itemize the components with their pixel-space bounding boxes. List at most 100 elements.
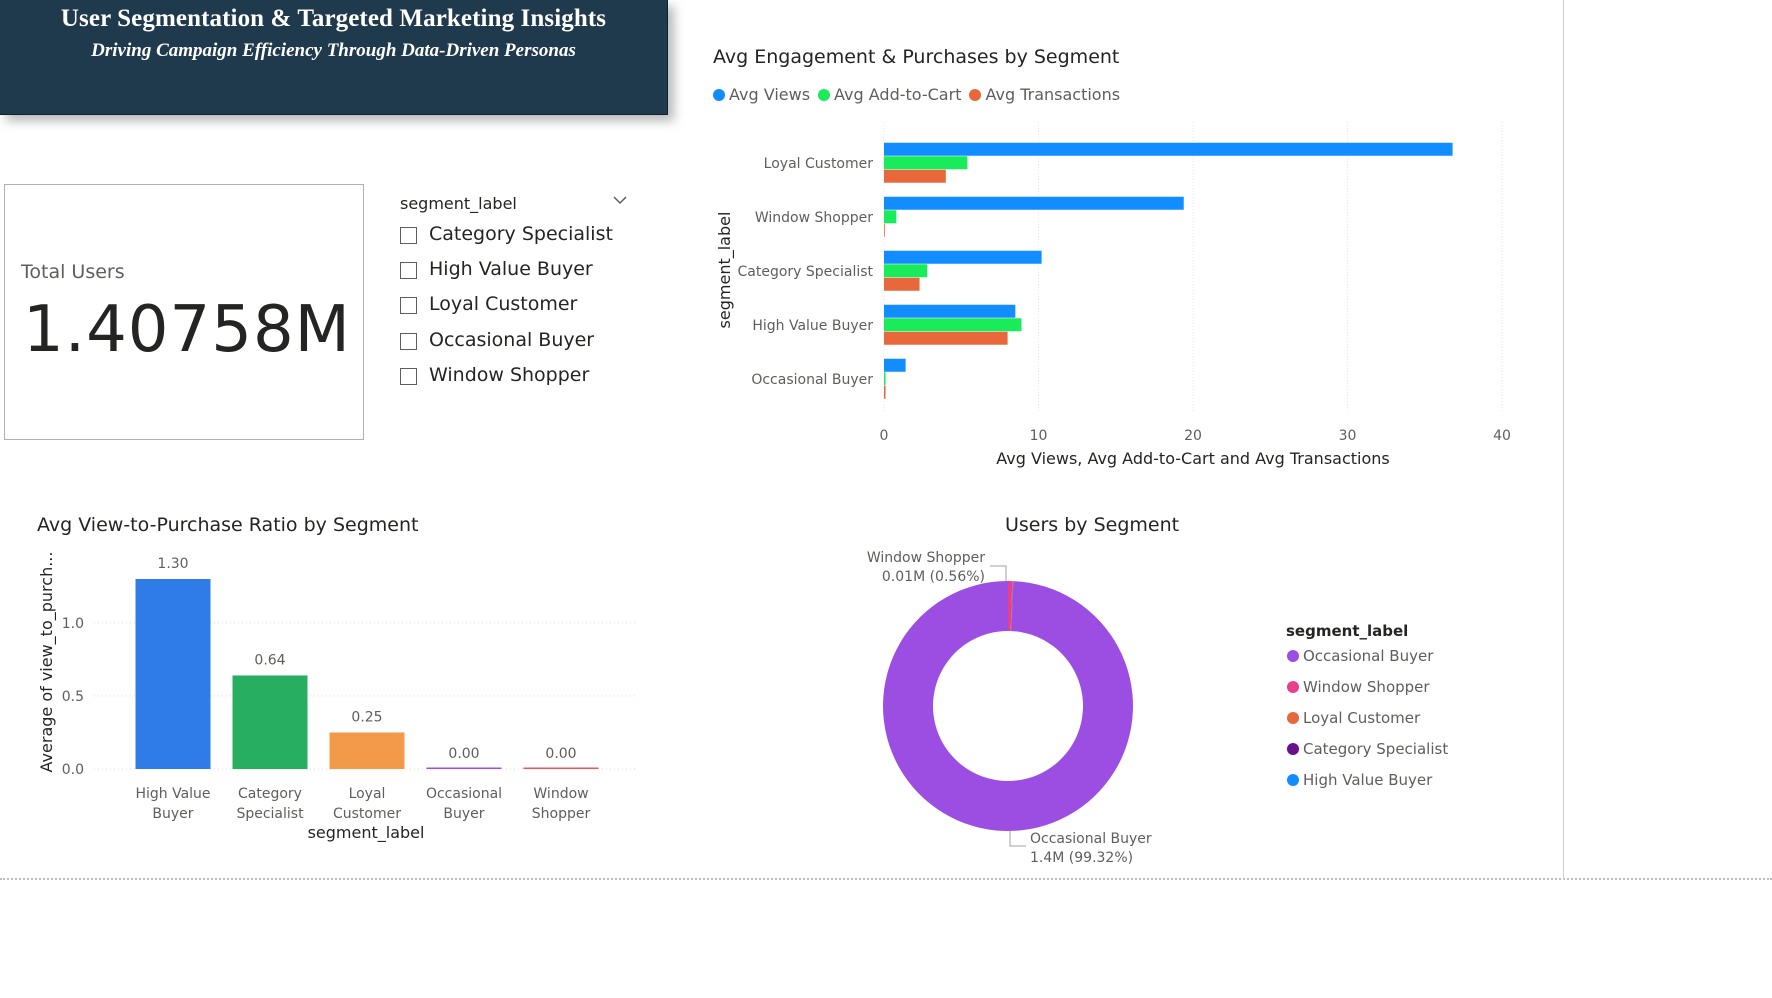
bar-avg-add-to-cart <box>884 318 1022 332</box>
chevron-down-icon[interactable] <box>610 190 630 210</box>
y-tick-label: High Value Buyer <box>752 318 873 334</box>
x-tick-label: Buyer <box>443 806 484 822</box>
engagement-bar-chart: 0 10 20 30 40 Avg Views, Avg Add-to-Cart and … <box>715 122 1511 468</box>
bar <box>135 579 211 769</box>
bar-avg-add-to-cart <box>884 264 928 278</box>
slicer-item-label: Category Specialist <box>429 223 613 245</box>
y-axis-title: Average of view_to_purch... <box>37 552 57 773</box>
y-tick-label: Occasional Buyer <box>751 372 873 388</box>
legend-item[interactable]: Avg Add-to-Cart <box>818 85 961 104</box>
y-tick-label: 1.0 <box>62 616 84 632</box>
bar-avg-add-to-cart <box>884 156 968 170</box>
x-tick-label: Occasional <box>426 786 502 802</box>
x-tick-label: Loyal <box>349 786 386 802</box>
slicer-item-loyal-customer[interactable]: Loyal Customer <box>400 293 640 320</box>
legend-label: Category Specialist <box>1303 740 1448 758</box>
slicer-item-category-specialist[interactable]: Category Specialist <box>400 223 640 250</box>
slicer-item-label: Window Shopper <box>429 364 590 386</box>
legend-dot <box>1287 650 1299 662</box>
data-label: 0.00 <box>448 746 479 762</box>
ratio-chart-title: Avg View-to-Purchase Ratio by Segment <box>37 514 419 536</box>
bar-avg-transactions <box>884 223 885 237</box>
x-axis-title: segment_label <box>308 823 425 843</box>
report-subtitle: Driving Campaign Efficiency Through Data… <box>91 40 576 61</box>
bar <box>523 767 599 769</box>
legend-dot <box>969 88 982 101</box>
x-tick-label: 0 <box>880 428 889 444</box>
bar-avg-views <box>884 250 1042 264</box>
slicer-item-window-shopper[interactable]: Window Shopper <box>400 364 640 391</box>
header-banner: User Segmentation & Targeted Marketing I… <box>0 0 668 115</box>
legend-dot <box>818 88 831 101</box>
legend-label: High Value Buyer <box>1303 771 1433 789</box>
slicer-item-label: High Value Buyer <box>429 258 593 280</box>
slicer-item-high-value-buyer[interactable]: High Value Buyer <box>400 258 640 285</box>
slicer-item-label: Loyal Customer <box>429 293 578 315</box>
x-tick-label: Specialist <box>236 806 304 822</box>
legend-label: Avg Transactions <box>985 85 1121 104</box>
report-title: User Segmentation & Targeted Marketing I… <box>60 5 607 32</box>
bar-avg-views <box>884 358 906 372</box>
legend-dot <box>1287 681 1299 693</box>
y-tick-label: 0.5 <box>62 689 84 705</box>
bar <box>329 732 405 769</box>
y-tick-label: Window Shopper <box>755 210 873 226</box>
x-tick-label: Customer <box>333 806 401 822</box>
users-donut-title: Users by Segment <box>1005 514 1180 536</box>
x-tick-label: 40 <box>1493 428 1511 444</box>
bar-avg-transactions <box>884 385 886 399</box>
slicer-item-label: Occasional Buyer <box>429 329 595 351</box>
bar-avg-add-to-cart <box>884 372 886 386</box>
x-tick-label: Shopper <box>532 806 591 822</box>
page-edge <box>1563 0 1564 880</box>
legend-label: Window Shopper <box>1303 678 1430 696</box>
page-divider <box>0 878 1772 880</box>
ratio-bar-chart: 0.0 0.5 1.0 Average of view_to_purch... 1.30… <box>37 552 638 843</box>
slicer-title: segment_label <box>400 194 517 213</box>
legend-item[interactable]: Avg Transactions <box>969 85 1120 104</box>
x-tick-label: Buyer <box>152 806 193 822</box>
legend-label: Avg Add-to-Cart <box>834 85 962 104</box>
checkbox[interactable] <box>400 262 417 279</box>
data-label: Window Shopper <box>867 550 985 566</box>
data-label: 1.30 <box>157 556 188 572</box>
bar-avg-add-to-cart <box>884 210 897 224</box>
data-label: Occasional Buyer <box>1030 831 1152 847</box>
bar-avg-views <box>884 304 1016 318</box>
bar <box>426 767 502 769</box>
bar-avg-transactions <box>884 169 946 183</box>
checkbox[interactable] <box>400 333 417 350</box>
checkbox[interactable] <box>400 297 417 314</box>
bar <box>232 675 308 769</box>
y-tick-label: Category Specialist <box>737 264 873 280</box>
x-tick-label: Window <box>533 786 588 802</box>
users-donut-chart: Window Shopper 0.01M (0.56%) Occasional Bu… <box>867 550 1448 866</box>
leader-line <box>990 565 1007 581</box>
data-label: 0.64 <box>254 652 285 668</box>
y-tick-label: Loyal Customer <box>764 156 874 172</box>
bar-avg-views <box>884 196 1184 210</box>
legend-item[interactable]: Avg Views <box>713 85 810 104</box>
legend-dot <box>713 88 725 101</box>
legend-dot <box>1287 743 1299 755</box>
data-label: 1.4M (99.32%) <box>1030 850 1133 866</box>
y-tick-label: 0.0 <box>62 762 84 778</box>
legend-dot <box>1287 712 1299 724</box>
data-label: 0.00 <box>545 746 576 762</box>
x-tick-label: High Value <box>135 786 210 802</box>
checkbox[interactable] <box>400 368 417 385</box>
leader-line <box>1009 831 1026 847</box>
checkbox[interactable] <box>400 227 417 244</box>
engagement-chart-title: Avg Engagement & Purchases by Segment <box>713 46 1120 68</box>
slicer-item-occasional-buyer[interactable]: Occasional Buyer <box>400 329 640 356</box>
card-label: Total Users <box>21 261 125 283</box>
engagement-legend: Avg Views Avg Add-to-Cart Avg Transactio… <box>713 85 1128 104</box>
x-tick-label: Category <box>238 786 302 802</box>
legend-label: Avg Views <box>729 85 811 104</box>
bar-avg-views <box>884 142 1453 156</box>
bar-avg-transactions <box>884 277 920 291</box>
legend-label: Occasional Buyer <box>1303 647 1434 665</box>
x-tick-label: 20 <box>1184 428 1202 444</box>
y-axis-title: segment_label <box>715 212 735 329</box>
data-label: 0.01M (0.56%) <box>882 569 985 585</box>
